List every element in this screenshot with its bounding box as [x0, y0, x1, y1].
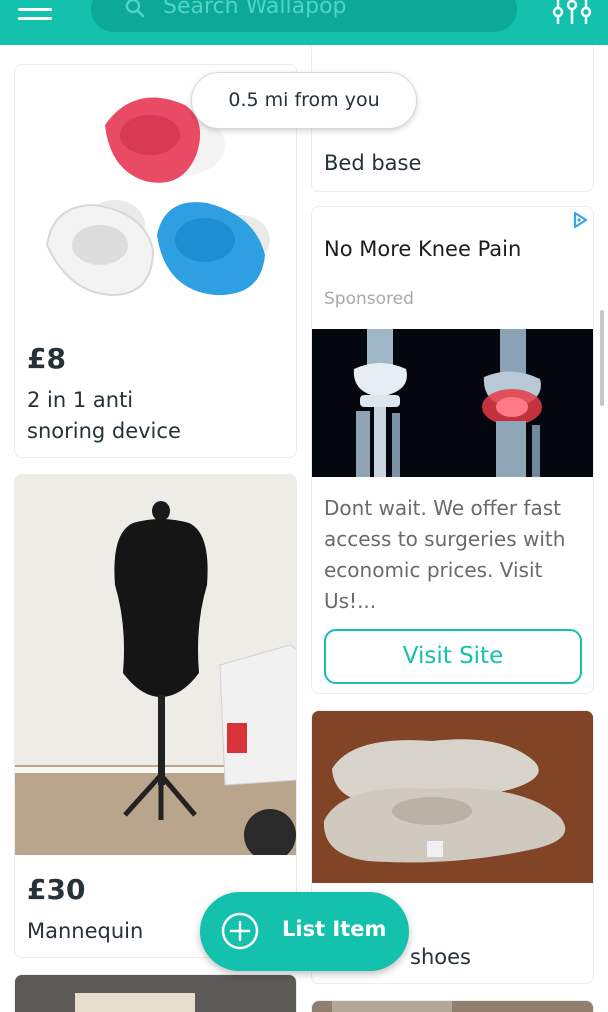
ad-description-line: Dont wait. We offer fast	[324, 496, 561, 520]
listing-card-partial[interactable]	[311, 1000, 594, 1012]
adchoices-icon[interactable]	[571, 211, 589, 229]
top-bar: Search Wallapop	[0, 0, 608, 45]
listing-title: Bed base	[324, 151, 422, 175]
listing-price: £8	[27, 342, 66, 375]
sliders-filter-icon[interactable]	[552, 0, 592, 26]
listing-photo	[312, 1001, 593, 1012]
list-item-button[interactable]: List Item	[200, 892, 409, 971]
listing-title: Mannequin	[27, 919, 144, 943]
listing-photo	[15, 975, 296, 1012]
listing-title: 2 in 1 anti snoring device	[27, 385, 181, 447]
sponsored-ad-card[interactable]: No More Knee Pain Sponsored Dont wait. W…	[311, 206, 594, 694]
ad-description-line: economic prices. Visit	[324, 558, 543, 582]
distance-pill[interactable]: 0.5 mi from you	[191, 72, 417, 129]
listing-photo	[15, 475, 296, 855]
ad-sponsored-label: Sponsored	[324, 289, 414, 309]
ad-description-line: access to surgeries with	[324, 527, 566, 551]
ad-image	[312, 329, 593, 477]
ad-description-line: Us!...	[324, 589, 377, 613]
listing-photo	[312, 711, 593, 883]
list-item-label: List Item	[282, 917, 387, 941]
wallapop-feed: Search Wallapop £8 2 in 1 anti snoring d…	[0, 0, 608, 1012]
hamburger-menu-icon[interactable]	[18, 0, 54, 20]
ad-title: No More Knee Pain	[324, 237, 522, 261]
scrollbar-thumb[interactable]	[600, 310, 604, 406]
ad-description: Dont wait. We offer fast access to surge…	[324, 493, 590, 617]
search-icon	[125, 0, 145, 18]
search-placeholder: Search Wallapop	[163, 0, 347, 19]
title-line: snoring device	[27, 419, 181, 443]
title-line: 2 in 1 anti	[27, 388, 134, 412]
listing-price: £30	[27, 873, 86, 906]
listing-card-partial[interactable]	[14, 974, 297, 1012]
visit-site-button[interactable]: Visit Site	[324, 629, 582, 684]
listing-card-mannequin[interactable]: £30 Mannequin	[14, 474, 297, 958]
distance-label: 0.5 mi from you	[228, 89, 380, 111]
listing-title: shoes	[410, 945, 471, 969]
plus-circle-icon	[221, 912, 259, 950]
search-bar[interactable]: Search Wallapop	[91, 0, 517, 32]
